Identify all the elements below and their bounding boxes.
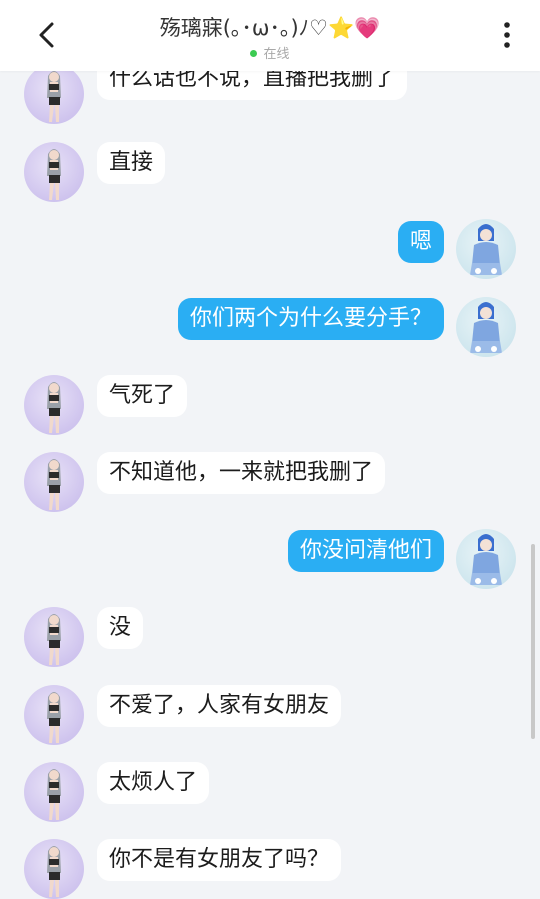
incoming-message-bubble[interactable]: 直接 [97,142,166,184]
outgoing-message-bubble[interactable]: 你们两个为什么要分手？ [177,298,444,340]
incoming-message-bubble[interactable]: 太烦人了 [97,762,210,804]
incoming-message-bubble[interactable]: 你不是有女朋友了吗？ [97,839,342,881]
online-status-label: 在线 [263,47,290,62]
message-list[interactable]: 什么话也不说，直播把我删了 直接 嗯 你们两个为什么要分手？ 气死了 不知道他，… [0,0,540,899]
outgoing-message-bubble[interactable]: 你没问清他们 [287,530,444,572]
incoming-message-bubble[interactable]: 气死了 [97,375,188,417]
incoming-message-bubble[interactable]: 不爱了，人家有女朋友 [97,685,342,727]
chat-header: 殇璃寐(｡･ω･｡)ﾉ♡⭐💗 在线 [0,0,540,71]
more-options-button[interactable] [496,18,518,54]
user-avatar[interactable] [456,219,516,279]
contact-avatar[interactable] [24,142,84,202]
contact-avatar[interactable] [24,607,84,667]
contact-avatar[interactable] [24,762,84,822]
contact-avatar[interactable] [24,64,84,124]
user-avatar[interactable] [456,297,516,357]
online-status: 在线 [0,43,540,62]
contact-avatar[interactable] [24,839,84,899]
outgoing-message-bubble[interactable]: 嗯 [397,221,444,263]
user-avatar[interactable] [456,529,516,589]
online-dot-icon [250,50,258,57]
more-vertical-icon [504,22,510,48]
contact-avatar[interactable] [24,375,84,435]
contact-avatar[interactable] [24,452,84,512]
chat-title: 殇璃寐(｡･ω･｡)ﾉ♡⭐💗 [159,16,381,40]
scrollbar[interactable] [531,544,535,739]
incoming-message-bubble[interactable]: 不知道他，一来就把我删了 [97,452,386,494]
incoming-message-bubble[interactable]: 没 [97,607,144,649]
contact-avatar[interactable] [24,685,84,745]
